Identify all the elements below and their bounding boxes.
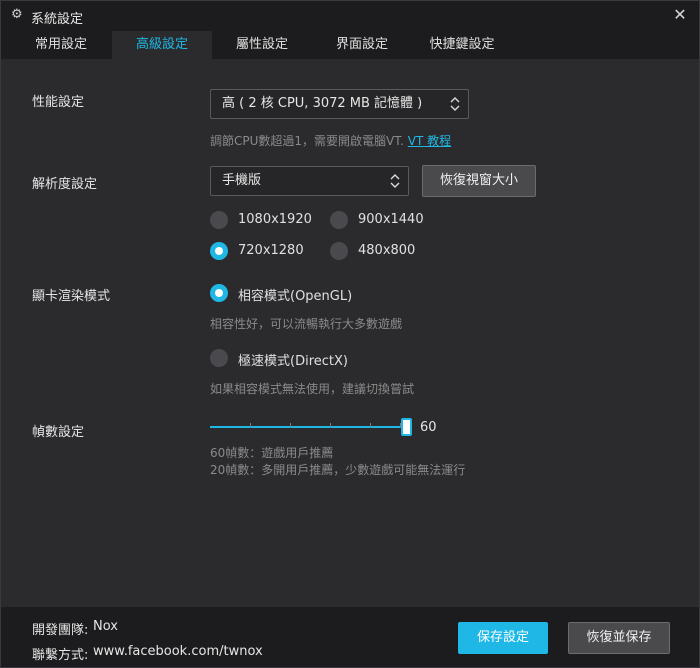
save-settings-button[interactable]: 保存設定 — [458, 622, 548, 654]
close-icon[interactable]: ✕ — [671, 6, 689, 24]
advanced-settings-panel: 性能設定 高 ( 2 核 CPU, 3072 MB 記憶體 ) 調節CPU數超過… — [1, 59, 699, 607]
performance-label: 性能設定 — [32, 95, 85, 110]
fps-hint-60: 60幀數：遊戲用戶推薦 — [210, 446, 334, 460]
restore-and-save-button[interactable]: 恢復並保存 — [568, 622, 670, 654]
settings-window: ⚙ 系統設定 ✕ 常用設定 高級設定 屬性設定 界面設定 快捷鍵設定 性能設定 … — [0, 0, 700, 668]
fps-slider-tick — [250, 423, 251, 428]
tab-interface-settings[interactable]: 界面設定 — [312, 31, 412, 59]
opengl-hint: 相容性好，可以流暢執行大多數遊戲 — [210, 317, 403, 331]
radio-button — [210, 349, 228, 367]
resolution-label: 解析度設定 — [32, 177, 98, 192]
gear-icon: ⚙ — [11, 7, 23, 22]
fps-slider-thumb[interactable] — [401, 418, 412, 436]
tab-shortcut-settings[interactable]: 快捷鍵設定 — [412, 31, 512, 59]
fps-label: 幀數設定 — [32, 425, 85, 440]
developer-value: Nox — [93, 619, 118, 634]
resolution-select[interactable]: 手機版 — [210, 166, 409, 196]
performance-hint: 調節CPU數超過1，需要開啟電腦VT. VT 教程 — [210, 134, 452, 148]
radio-button — [210, 211, 228, 229]
fps-slider[interactable] — [210, 417, 412, 437]
up-down-chevron-icon — [450, 97, 460, 111]
radio-button — [330, 242, 348, 260]
title-bar: ⚙ 系統設定 ✕ — [1, 1, 699, 31]
vt-tutorial-link[interactable]: VT 教程 — [408, 134, 451, 148]
fps-hint-20: 20幀數：多開用戶推薦，少數遊戲可能無法運行 — [210, 463, 466, 477]
tab-bar: 常用設定 高級設定 屬性設定 界面設定 快捷鍵設定 — [1, 31, 699, 59]
directx-hint: 如果相容模式無法使用，建議切換嘗試 — [210, 382, 415, 396]
fps-value: 60 — [420, 420, 437, 435]
fps-slider-track — [210, 426, 401, 428]
tab-properties-settings[interactable]: 屬性設定 — [212, 31, 312, 59]
performance-select[interactable]: 高 ( 2 核 CPU, 3072 MB 記憶體 ) — [210, 89, 469, 119]
footer: 開發團隊: Nox 聯繫方式: www.facebook.com/twnox 保… — [1, 607, 699, 667]
fps-slider-tick — [370, 423, 371, 428]
fps-slider-tick — [290, 423, 291, 428]
window-title: 系統設定 — [31, 12, 84, 27]
restore-window-size-button[interactable]: 恢復視窗大小 — [422, 165, 536, 197]
tab-common-settings[interactable]: 常用設定 — [11, 31, 111, 59]
radio-button — [330, 211, 348, 229]
radio-button-selected — [210, 284, 228, 302]
render-mode-label: 顯卡渲染模式 — [32, 289, 111, 304]
up-down-chevron-icon — [390, 174, 400, 188]
contact-value: www.facebook.com/twnox — [93, 644, 263, 659]
tab-advanced-settings[interactable]: 高級設定 — [112, 31, 212, 59]
fps-slider-tick — [330, 423, 331, 428]
contact-label: 聯繫方式: — [32, 648, 89, 663]
performance-select-value: 高 ( 2 核 CPU, 3072 MB 記憶體 ) — [222, 96, 423, 111]
developer-label: 開發團隊: — [32, 623, 89, 638]
radio-button-selected — [210, 242, 228, 260]
resolution-select-value: 手機版 — [222, 173, 262, 188]
